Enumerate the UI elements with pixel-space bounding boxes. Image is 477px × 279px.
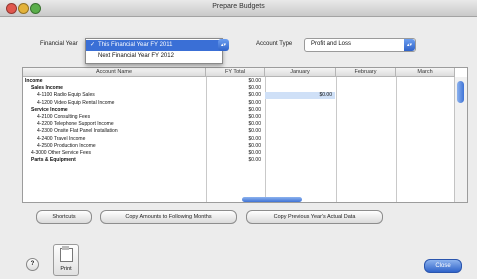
january-cell[interactable] [265,100,335,107]
table-row[interactable]: 4-3000 Other Service Fees $0.00 [23,150,453,157]
table-row[interactable]: 4-1200 Video Equip Rental Income $0.00 [23,100,453,107]
copy-previous-year-button[interactable]: Copy Previous Year's Actual Data [246,210,383,224]
fy-total-cell: $0.00 [248,135,261,142]
table-row[interactable]: Sales Income $0.00 [23,85,453,92]
financial-year-option-label: Next Financial Year FY 2012 [98,53,174,59]
account-name-cell: 4-2400 Travel Income [37,135,86,142]
january-cell[interactable] [265,121,335,128]
fy-total-cell: $0.00 [248,142,261,149]
january-cell[interactable] [265,85,335,92]
january-cell[interactable] [265,143,335,150]
january-cell[interactable] [265,136,335,143]
column-header-fy-total[interactable]: FY Total [206,68,265,77]
column-header-account-name[interactable]: Account Name [23,68,206,77]
table-row[interactable]: 4-2100 Consulting Fees $0.00 [23,114,453,121]
january-cell[interactable] [265,78,335,85]
account-type-value: Profit and Loss [311,41,352,47]
account-name-cell: Service Income [31,106,68,113]
budget-table: Account Name FY Total January February M… [22,67,468,203]
account-type-label: Account Type [256,41,293,47]
fy-total-cell: $0.00 [248,157,261,164]
close-button[interactable]: Close [424,259,462,273]
table-row[interactable]: 4-1100 Radio Equip Sales $0.00 $0.00 [23,92,453,100]
window-title: Prepare Budgets [212,3,265,10]
table-row[interactable]: 4-2200 Telephone Support Income $0.00 [23,121,453,128]
financial-year-option-current[interactable]: ✓ This Financial Year FY 2011 [86,40,222,51]
shortcuts-button[interactable]: Shortcuts [36,210,92,224]
january-cell[interactable] [265,114,335,121]
checkmark-icon: ✓ [90,42,96,48]
january-cell[interactable] [265,150,335,157]
title-bar: Prepare Budgets [0,0,477,17]
table-row[interactable]: Income $0.00 [23,78,453,85]
scrollbar-thumb[interactable] [457,81,464,103]
column-header-march[interactable]: March [396,68,455,77]
printer-paper-icon [62,246,69,250]
horizontal-scrollbar-thumb[interactable] [242,197,302,202]
financial-year-label: Financial Year [40,41,78,47]
january-cell[interactable] [265,107,335,114]
account-name-cell: 4-2500 Production Income [37,142,96,149]
updown-arrows-icon[interactable]: ▴▾ [218,39,229,51]
account-name-cell: 4-1200 Video Equip Rental Income [37,99,115,106]
fy-total-cell: $0.00 [248,99,261,106]
financial-year-option-next[interactable]: Next Financial Year FY 2012 [86,51,222,62]
table-row[interactable]: 4-2500 Production Income $0.00 [23,143,453,150]
help-button[interactable]: ? [26,258,39,271]
table-row[interactable]: 4-2300 Onsite Flat Panel Installation $0.… [23,128,453,135]
account-name-cell: 4-1100 Radio Equip Sales [37,92,95,99]
print-button[interactable]: Print [53,244,79,276]
print-label: Print [60,266,72,272]
fy-total-cell: $0.00 [248,150,261,156]
account-type-select[interactable]: Profit and Loss ▴▾ [304,38,416,52]
vertical-scrollbar[interactable] [454,77,467,202]
fy-total-cell: $0.00 [248,92,261,99]
financial-year-option-label: This Financial Year FY 2011 [98,42,173,48]
fy-total-cell: $0.00 [248,121,261,128]
fy-total-cell: $0.00 [248,114,261,120]
column-header-january[interactable]: January [265,68,336,77]
january-cell[interactable] [265,128,335,135]
fy-total-cell: $0.00 [248,78,261,84]
account-name-cell: 4-2200 Telephone Support Income [37,121,114,128]
january-cell[interactable]: $0.00 [265,92,335,100]
table-row[interactable]: Service Income $0.00 [23,107,453,114]
table-row[interactable]: 4-2400 Travel Income $0.00 [23,136,453,143]
account-name-cell: Income [25,78,43,84]
column-header-february[interactable]: February [336,68,396,77]
fy-total-cell: $0.00 [248,128,261,135]
financial-year-dropdown[interactable]: ✓ This Financial Year FY 2011 Next Finan… [85,38,223,64]
printer-icon [60,248,73,262]
account-name-cell: 4-3000 Other Service Fees [31,150,92,156]
january-cell[interactable] [265,157,335,164]
account-name-cell: 4-2100 Consulting Fees [37,114,91,120]
copy-following-months-button[interactable]: Copy Amounts to Following Months [100,210,237,224]
account-name-cell: Parts & Equipment [31,157,76,164]
fy-total-cell: $0.00 [248,85,261,92]
account-name-cell: Sales Income [31,85,63,92]
fy-total-cell: $0.00 [248,106,261,113]
updown-arrows-icon[interactable]: ▴▾ [404,39,415,51]
table-row[interactable]: Parts & Equipment $0.00 [23,157,453,164]
account-name-cell: 4-2300 Onsite Flat Panel Installation [37,128,118,135]
